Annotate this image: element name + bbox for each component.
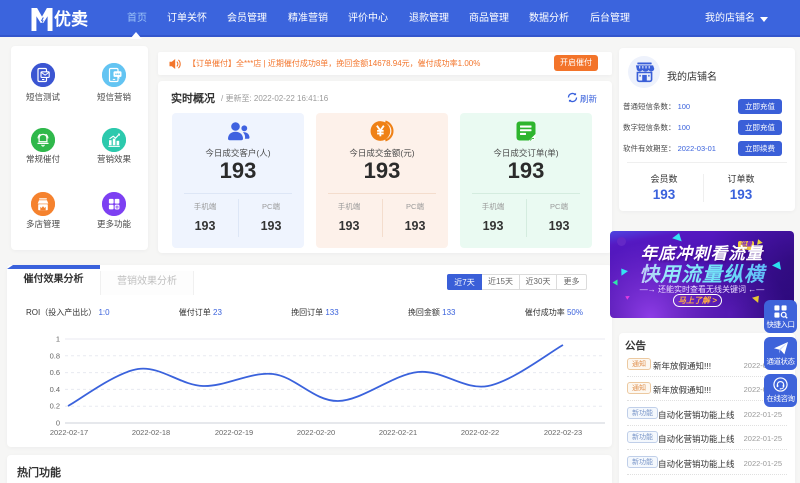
svg-text:0.4: 0.4 <box>50 385 60 394</box>
svg-text:2022-02-20: 2022-02-20 <box>297 428 335 437</box>
svg-text:0: 0 <box>56 419 60 428</box>
svg-text:0.8: 0.8 <box>50 351 60 360</box>
svg-text:0.6: 0.6 <box>50 368 60 377</box>
svg-text:2022-02-21: 2022-02-21 <box>379 428 417 437</box>
svg-text:2022-02-23: 2022-02-23 <box>544 428 582 437</box>
svg-text:1: 1 <box>56 335 60 344</box>
svg-text:2022-02-18: 2022-02-18 <box>132 428 170 437</box>
svg-text:2022-02-17: 2022-02-17 <box>50 428 88 437</box>
svg-text:2022-02-22: 2022-02-22 <box>461 428 499 437</box>
svg-text:0.2: 0.2 <box>50 402 60 411</box>
svg-text:2022-02-19: 2022-02-19 <box>215 428 253 437</box>
